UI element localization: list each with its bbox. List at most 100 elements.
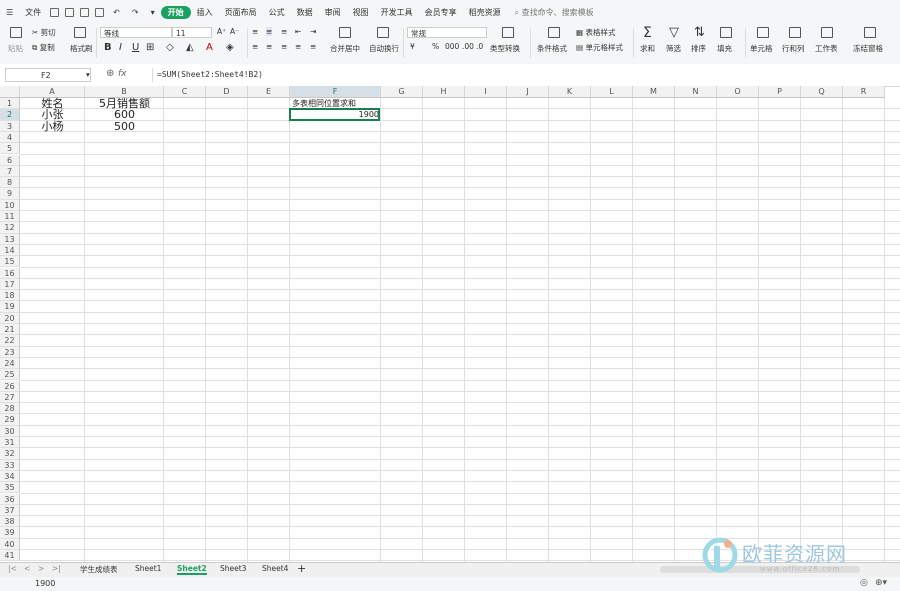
column-header-p[interactable]: P — [759, 86, 801, 98]
row-header-9[interactable]: 9 — [0, 188, 20, 200]
row-col-icon[interactable] — [789, 27, 801, 38]
column-header-q[interactable]: Q — [801, 86, 843, 98]
freeze-panes-button[interactable]: 冻结窗格 — [853, 43, 883, 54]
align-top-icon[interactable]: ≡ — [252, 27, 258, 36]
column-header-r[interactable]: R — [843, 86, 885, 98]
justify-icon[interactable]: ≡ — [295, 42, 301, 51]
type-convert-icon[interactable] — [502, 27, 514, 38]
sheet-tab-scores[interactable]: 学生成绩表 — [80, 564, 118, 575]
row-header-41[interactable]: 41 — [0, 550, 20, 562]
align-right-icon[interactable]: ≡ — [281, 42, 287, 51]
column-header-o[interactable]: O — [717, 86, 759, 98]
row-header-40[interactable]: 40 — [0, 538, 20, 550]
clear-format-icon[interactable]: ◈ — [226, 42, 234, 53]
tab-home[interactable]: 开始 — [160, 5, 191, 19]
row-header-39[interactable]: 39 — [0, 527, 20, 539]
row-header-6[interactable]: 6 — [0, 154, 20, 166]
underline-button[interactable]: U — [132, 42, 139, 53]
row-header-12[interactable]: 12 — [0, 222, 20, 234]
tab-page-layout[interactable]: 页面布局 — [219, 7, 263, 18]
quick-access-dropdown-icon[interactable]: ▾ — [145, 8, 161, 17]
merge-center-button[interactable]: 合并居中 — [330, 43, 360, 54]
fill-icon[interactable] — [720, 27, 732, 38]
currency-button[interactable]: ¥ — [410, 42, 415, 51]
align-middle-icon[interactable]: ≡ — [266, 27, 273, 36]
row-header-25[interactable]: 25 — [0, 369, 20, 381]
row-header-33[interactable]: 33 — [0, 459, 20, 471]
sum-button[interactable]: 求和 — [640, 43, 655, 54]
row-header-18[interactable]: 18 — [0, 290, 20, 302]
row-header-34[interactable]: 34 — [0, 470, 20, 483]
fill-color-icon[interactable]: ◇ — [166, 42, 174, 53]
format-painter-button[interactable]: 格式刷 — [70, 43, 93, 54]
file-menu[interactable]: 文件 — [19, 7, 47, 18]
decimal-increase-button[interactable]: .00 — [462, 42, 474, 51]
hamburger-menu-icon[interactable]: ☰ — [0, 8, 19, 17]
paste-icon[interactable] — [10, 27, 22, 38]
sheet-tab-sheet2[interactable]: Sheet2 — [177, 564, 207, 575]
table-style-button[interactable]: ▦ 表格样式 — [576, 27, 615, 38]
conditional-format-button[interactable]: 条件格式 — [537, 43, 567, 54]
redo-icon[interactable]: ↷ — [126, 8, 145, 17]
select-all-corner[interactable] — [0, 86, 20, 98]
tab-insert[interactable]: 插入 — [191, 7, 219, 18]
font-increase-icon[interactable]: A⁺ — [217, 27, 226, 36]
cut-button[interactable]: ✂ 剪切 — [32, 27, 56, 38]
type-convert-button[interactable]: 类型转换 — [490, 43, 520, 54]
row-header-26[interactable]: 26 — [0, 380, 20, 392]
italic-button[interactable]: I — [119, 42, 122, 53]
bold-button[interactable]: B — [104, 42, 112, 53]
search-command[interactable]: ⌕ 查找命令、搜索模板 — [515, 7, 594, 18]
font-size-select[interactable]: 11 — [172, 27, 212, 38]
row-header-3[interactable]: 3 — [0, 120, 20, 132]
row-header-8[interactable]: 8 — [0, 177, 20, 189]
decimal-decrease-button[interactable]: .0 — [476, 42, 483, 51]
row-col-button[interactable]: 行和列 — [782, 43, 805, 54]
name-box-dropdown-icon[interactable]: ▾ — [86, 70, 90, 79]
highlight-icon[interactable]: ◭ — [186, 42, 194, 53]
first-sheet-icon[interactable]: |< — [8, 564, 17, 573]
format-painter-icon[interactable] — [74, 27, 86, 38]
prev-sheet-icon[interactable]: < — [24, 564, 30, 573]
row-header-17[interactable]: 17 — [0, 278, 20, 291]
sheet-tab-sheet1[interactable]: Sheet1 — [135, 564, 161, 573]
font-color-icon[interactable]: A — [206, 42, 213, 53]
distribute-icon[interactable]: ≡ — [310, 42, 316, 51]
merge-icon[interactable] — [339, 27, 351, 38]
undo-icon[interactable]: ↶ — [107, 8, 126, 17]
tab-view[interactable]: 视图 — [347, 7, 375, 18]
formula-input[interactable]: =SUM(Sheet2:Sheet4!B2) — [152, 68, 892, 82]
row-header-37[interactable]: 37 — [0, 504, 20, 517]
column-header-d[interactable]: D — [206, 86, 248, 98]
column-header-e[interactable]: E — [248, 86, 290, 98]
align-center-icon[interactable]: ≡ — [266, 42, 272, 51]
sort-button[interactable]: 排序 — [691, 43, 706, 54]
print-icon[interactable] — [80, 7, 90, 17]
row-header-16[interactable]: 16 — [0, 267, 20, 279]
row-header-27[interactable]: 27 — [0, 391, 20, 404]
tab-developer[interactable]: 开发工具 — [375, 7, 419, 18]
cell-style-button[interactable]: ▤ 单元格样式 — [576, 42, 623, 53]
tab-resources[interactable]: 稻壳资源 — [463, 7, 507, 18]
row-header-5[interactable]: 5 — [0, 143, 20, 155]
row-header-7[interactable]: 7 — [0, 165, 20, 178]
row-header-2[interactable]: 2 — [0, 109, 20, 121]
print-preview-icon[interactable] — [95, 7, 105, 17]
sort-icon[interactable]: ⇅ — [694, 25, 705, 40]
wrap-text-button[interactable]: 自动换行 — [369, 43, 399, 54]
view-mode-icon[interactable]: ⊕▾ — [875, 578, 887, 588]
tab-data[interactable]: 数据 — [291, 7, 319, 18]
column-header-l[interactable]: L — [591, 86, 633, 98]
column-header-i[interactable]: I — [465, 86, 507, 98]
cell-icon[interactable] — [757, 27, 769, 38]
indent-decrease-icon[interactable]: ⇤ — [295, 27, 301, 36]
row-header-15[interactable]: 15 — [0, 256, 20, 268]
cell-button[interactable]: 单元格 — [750, 43, 773, 54]
conditional-format-icon[interactable] — [548, 27, 560, 38]
tab-review[interactable]: 审阅 — [319, 7, 347, 18]
save-icon[interactable] — [50, 7, 60, 17]
row-header-22[interactable]: 22 — [0, 335, 20, 347]
row-header-1[interactable]: 1 — [0, 98, 20, 110]
border-icon[interactable]: ⊞ — [146, 42, 154, 53]
row-header-36[interactable]: 36 — [0, 493, 20, 505]
